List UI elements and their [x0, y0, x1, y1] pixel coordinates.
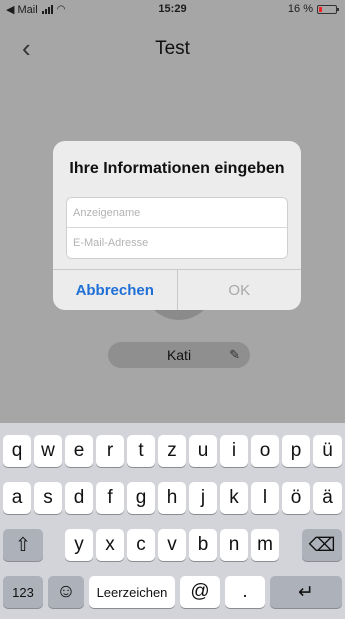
emoji-icon[interactable]: ☺ — [48, 576, 84, 608]
key-k[interactable]: k — [220, 482, 248, 514]
key-r[interactable]: r — [96, 435, 124, 467]
key-d[interactable]: d — [65, 482, 93, 514]
email-input[interactable] — [67, 228, 287, 258]
key-j[interactable]: j — [189, 482, 217, 514]
backspace-icon[interactable]: ⌫ — [302, 529, 342, 561]
status-bar: ◀ Mail ◠ 15:29 16 % — [0, 0, 345, 18]
ok-button[interactable]: OK — [178, 270, 302, 310]
key-c[interactable]: c — [127, 529, 155, 561]
key-x[interactable]: x — [96, 529, 124, 561]
keyboard: q w e r t z u i o p ü a s d f g h j k l … — [0, 423, 345, 619]
status-right: 16 % — [287, 3, 339, 15]
key-o[interactable]: o — [251, 435, 279, 467]
key-i[interactable]: i — [220, 435, 248, 467]
key-t[interactable]: t — [127, 435, 155, 467]
key-n[interactable]: n — [220, 529, 248, 561]
dialog-fields — [66, 197, 288, 259]
key-q[interactable]: q — [3, 435, 31, 467]
dialog-buttons: Abbrechen OK — [53, 269, 301, 310]
key-z[interactable]: z — [158, 435, 186, 467]
dialog-title: Ihre Informationen eingeben — [69, 160, 285, 177]
key-s[interactable]: s — [34, 482, 62, 514]
battery-percent: 16 % — [287, 3, 313, 15]
nav-bar: ‹ Test — [0, 26, 345, 70]
key-u[interactable]: u — [189, 435, 217, 467]
name-edit-pill[interactable]: Kati ✎ — [108, 342, 250, 368]
key-a[interactable]: a — [3, 482, 31, 514]
key-m[interactable]: m — [251, 529, 279, 561]
battery-icon — [317, 4, 339, 14]
key-g[interactable]: g — [127, 482, 155, 514]
key-e[interactable]: e — [65, 435, 93, 467]
at-key[interactable]: @ — [180, 576, 220, 608]
key-y[interactable]: y — [65, 529, 93, 561]
cancel-button[interactable]: Abbrechen — [53, 270, 178, 310]
return-icon[interactable]: ↵ — [270, 576, 342, 608]
key-f[interactable]: f — [96, 482, 124, 514]
key-ue[interactable]: ü — [313, 435, 342, 467]
key-b[interactable]: b — [189, 529, 217, 561]
page-title: Test — [155, 38, 190, 59]
key-oe[interactable]: ö — [282, 482, 310, 514]
key-v[interactable]: v — [158, 529, 186, 561]
profile-name: Kati — [166, 347, 192, 363]
display-name-input[interactable] — [67, 198, 287, 228]
key-p[interactable]: p — [282, 435, 310, 467]
key-ae[interactable]: ä — [313, 482, 342, 514]
shift-icon[interactable]: ⇧ — [3, 529, 43, 561]
key-l[interactable]: l — [251, 482, 279, 514]
numbers-key[interactable]: 123 — [3, 576, 43, 608]
space-key[interactable]: Leerzeichen — [89, 576, 175, 608]
dot-key[interactable]: . — [225, 576, 265, 608]
info-dialog: Ihre Informationen eingeben Abbrechen OK — [53, 141, 301, 310]
key-w[interactable]: w — [34, 435, 62, 467]
pencil-icon[interactable]: ✎ — [229, 347, 240, 363]
key-h[interactable]: h — [158, 482, 186, 514]
